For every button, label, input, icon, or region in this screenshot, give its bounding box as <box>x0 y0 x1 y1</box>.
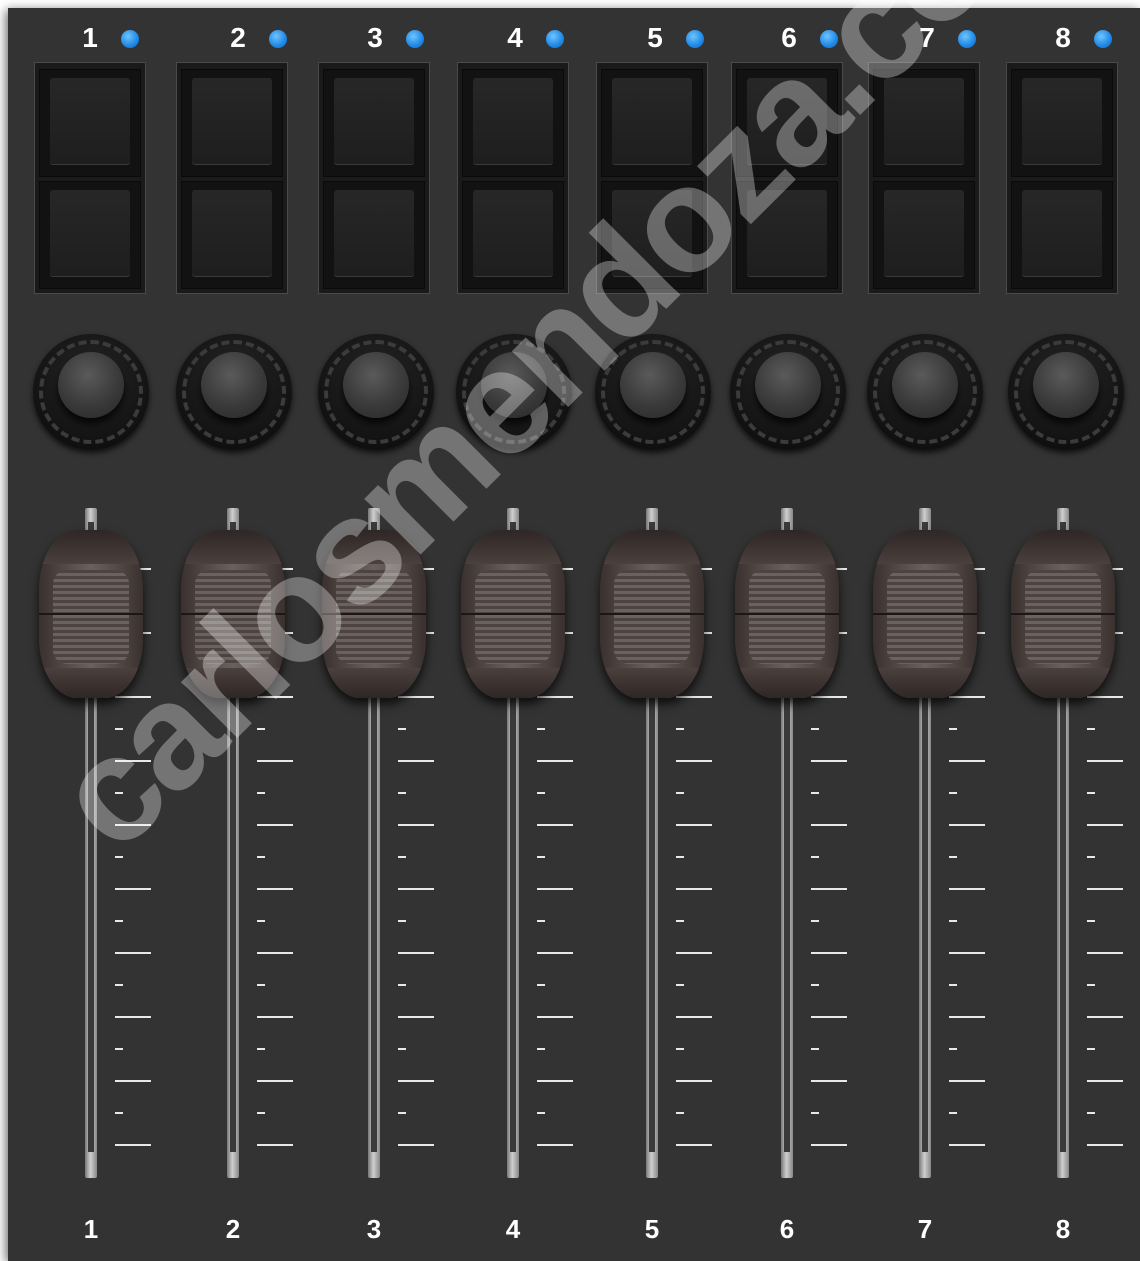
fader-handle-mid <box>1011 613 1115 615</box>
scale-tick <box>1087 792 1095 794</box>
scale-tick <box>1087 1080 1123 1082</box>
fader-label: 8 <box>1055 1214 1071 1244</box>
scale-tick <box>1087 920 1095 922</box>
scale-tick <box>1087 824 1123 826</box>
fader-handle-shade-top <box>1011 530 1115 564</box>
scale-tick <box>1087 760 1123 762</box>
status-led-icon <box>1094 30 1112 48</box>
pad-surface <box>1022 190 1102 276</box>
scale-tick <box>1087 952 1123 954</box>
rotary-knob[interactable] <box>1008 334 1124 450</box>
bottom-pad-button[interactable] <box>1011 181 1113 289</box>
scale-tick <box>1087 984 1095 986</box>
scale-tick <box>1087 1144 1123 1146</box>
fader-handle-shade-bot <box>1011 668 1115 698</box>
channel-header: 8 <box>8 22 1140 56</box>
pad-group <box>1006 62 1118 294</box>
scale-tick <box>1087 1112 1095 1114</box>
pad-surface <box>1022 78 1102 164</box>
scale-tick <box>1087 1016 1123 1018</box>
scale-tick <box>1087 856 1095 858</box>
fader-handle-grip <box>1025 570 1101 664</box>
scale-tick <box>1087 1048 1095 1050</box>
channel-number: 8 <box>1055 22 1071 53</box>
scale-tick <box>1087 728 1095 730</box>
fader-handle[interactable] <box>1011 530 1115 698</box>
channel-strip-8: 88 <box>8 8 1140 1261</box>
scale-tick <box>1087 888 1123 890</box>
top-pad-button[interactable] <box>1011 69 1113 177</box>
fader-console: 1122334455667788 <box>8 8 1140 1261</box>
knob-cap <box>1033 352 1099 418</box>
